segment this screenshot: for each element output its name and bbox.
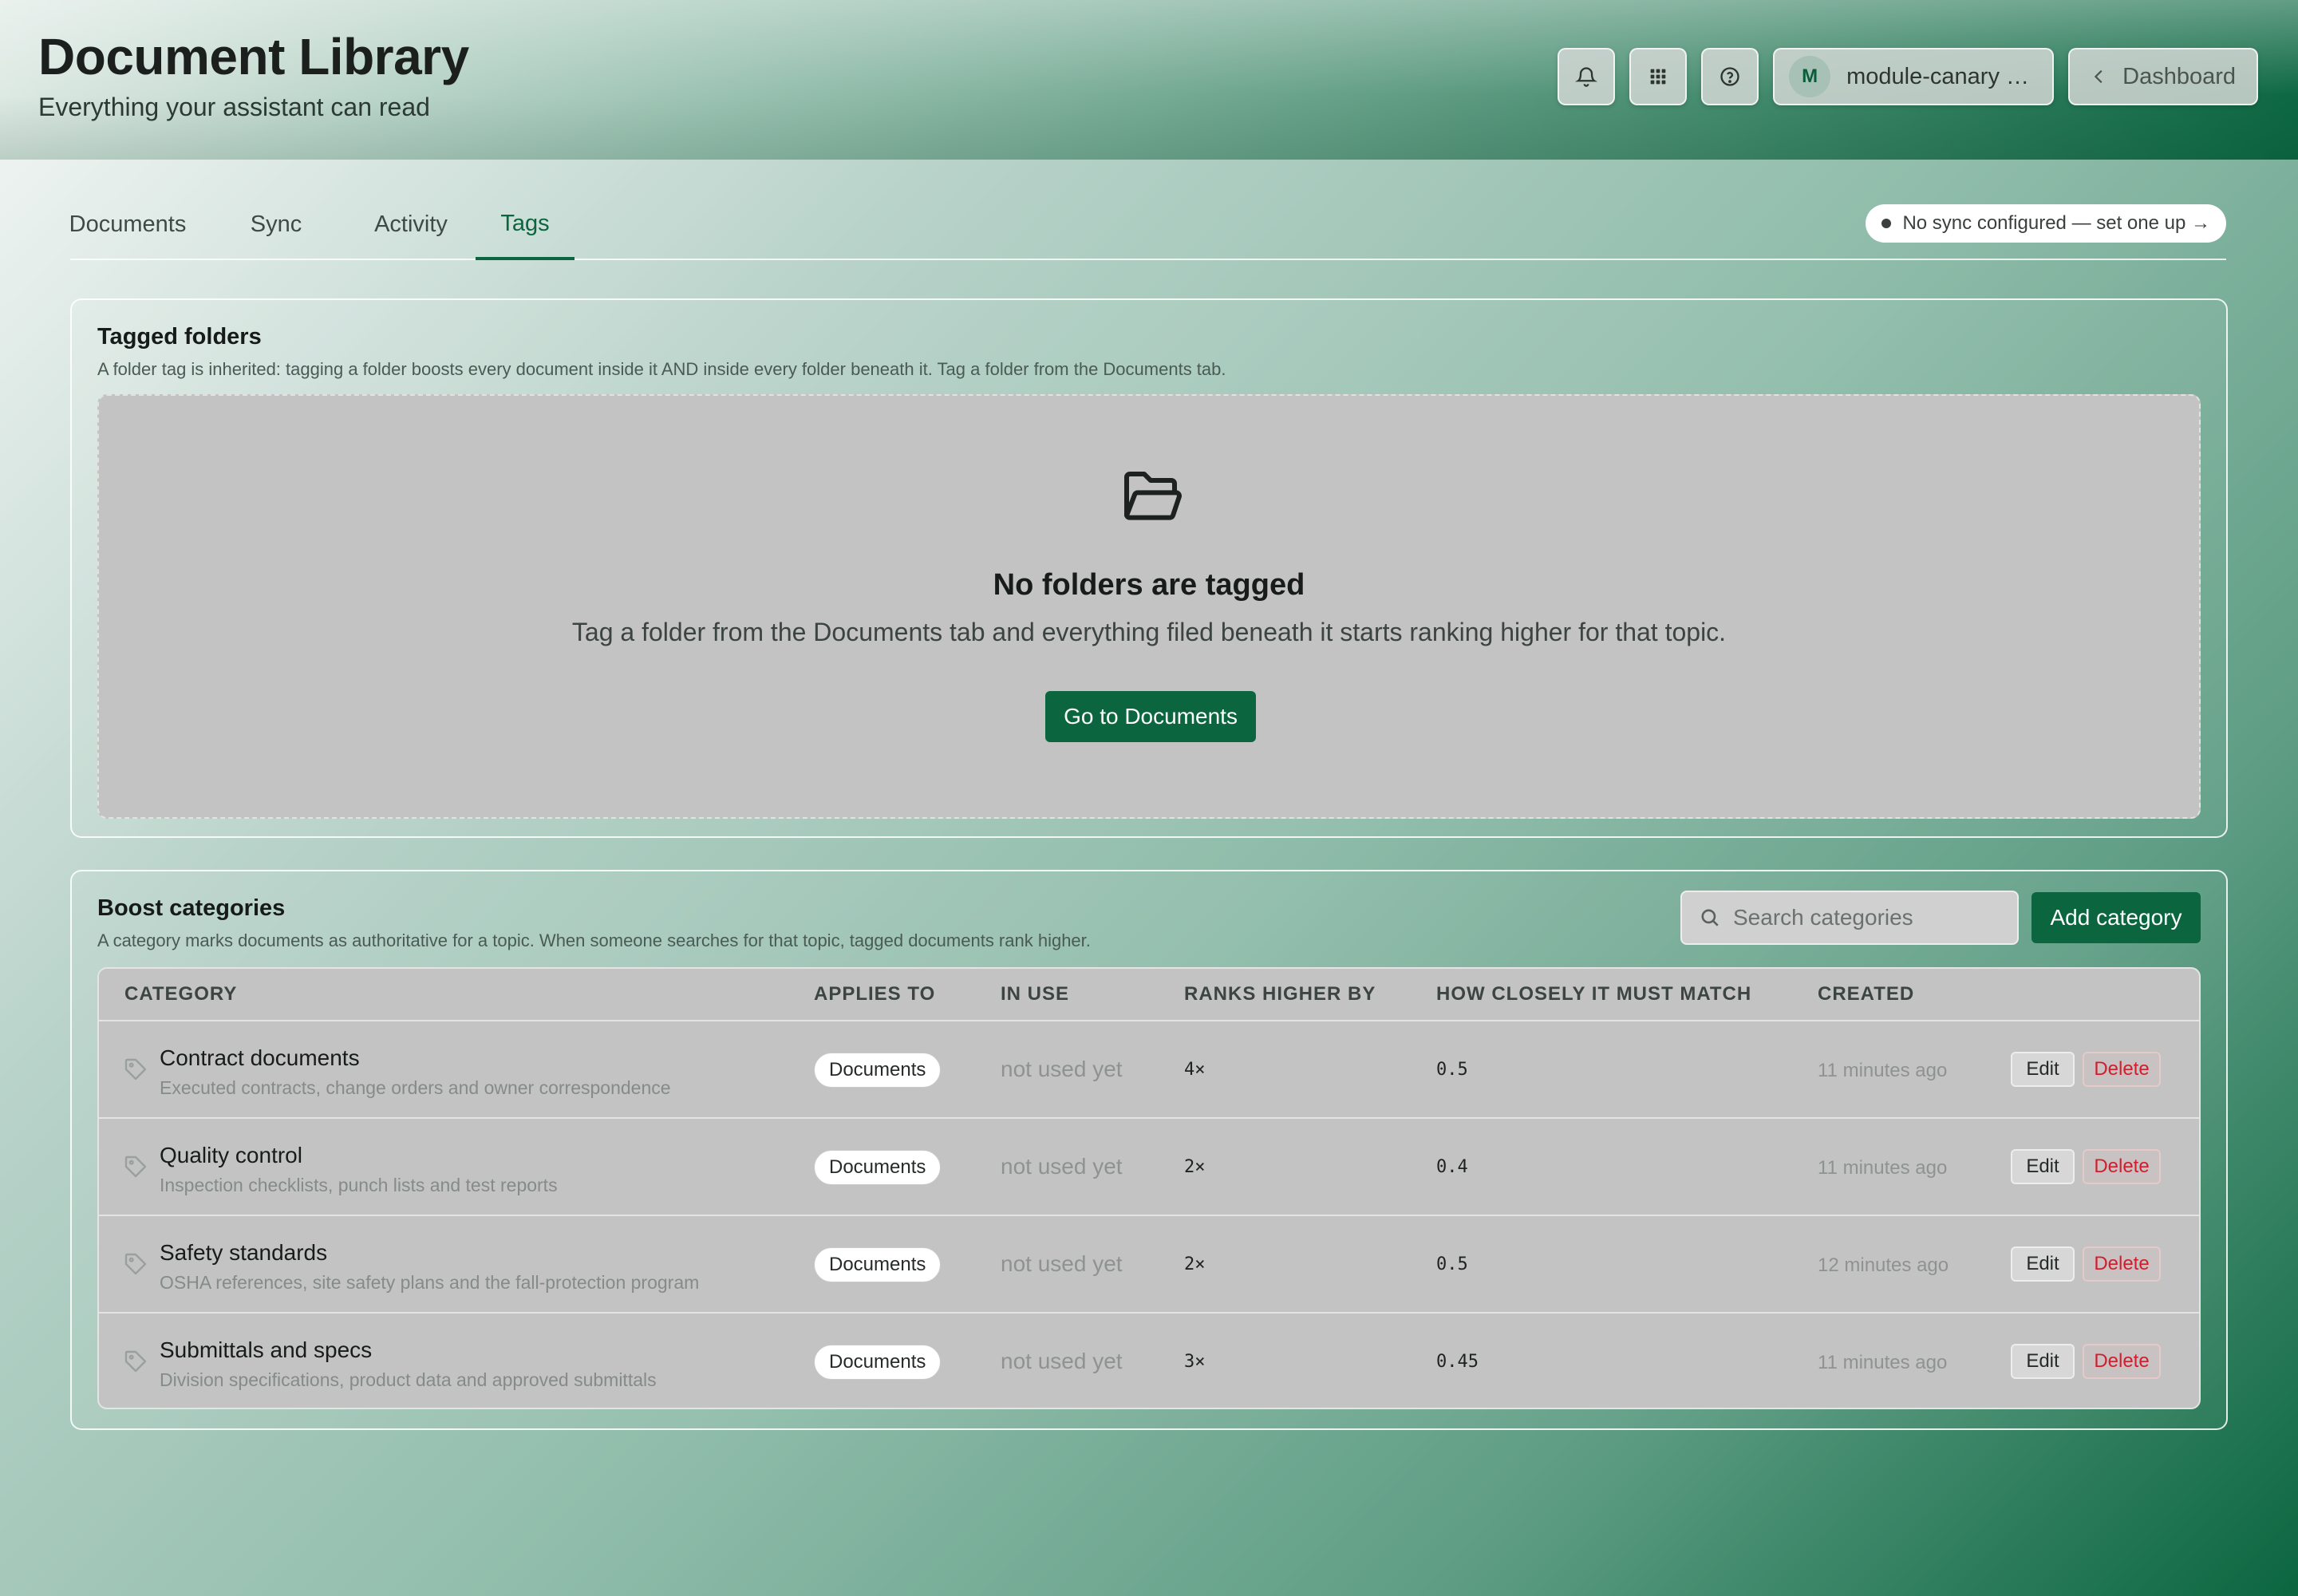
boost-value: 2× <box>1184 1254 1206 1274</box>
created-time: 11 minutes ago <box>1818 1352 1948 1373</box>
chevron-left-icon <box>2094 69 2103 84</box>
avatar: M <box>1789 56 1831 97</box>
page-title: Document Library <box>38 28 469 85</box>
grid-icon <box>1650 69 1666 85</box>
tagged-folders-card: Tagged folders A folder tag is inherited… <box>70 298 2228 838</box>
sync-status-text: No sync configured — set one up → <box>1902 212 2210 234</box>
in-use-status: not used yet <box>1001 1057 1123 1081</box>
applies-to-badge: Documents <box>814 1150 942 1185</box>
category-name: Contract documents <box>160 1045 360 1070</box>
boost-categories-description: A category marks documents as authoritat… <box>97 930 1091 950</box>
applies-to-badge: Documents <box>814 1345 942 1380</box>
table-row: Submittals and specs Division specificat… <box>99 1314 2199 1408</box>
column-header-in-use[interactable]: IN USE <box>1001 969 1069 1020</box>
delete-button[interactable]: Delete <box>2083 1052 2161 1087</box>
table-row: Quality control Inspection checklists, p… <box>99 1119 2199 1216</box>
tab-activity[interactable]: Activity <box>351 190 471 259</box>
delete-button[interactable]: Delete <box>2083 1149 2161 1184</box>
tag-icon <box>124 1253 147 1275</box>
search-placeholder: Search categories <box>1733 905 1913 930</box>
bell-icon <box>1575 67 1598 87</box>
created-time: 12 minutes ago <box>1818 1254 1949 1276</box>
empty-state: No folders are tagged Tag a folder from … <box>97 394 2201 819</box>
applies-to-badge: Documents <box>814 1053 942 1088</box>
category-name: Quality control <box>160 1143 302 1167</box>
tab-bar: Documents Sync Activity Tags No sync con… <box>69 190 2226 260</box>
category-name: Submittals and specs <box>160 1337 373 1362</box>
apps-button[interactable] <box>1629 48 1688 105</box>
notifications-button[interactable] <box>1558 48 1616 105</box>
in-use-status: not used yet <box>1001 1251 1123 1276</box>
header-actions: M module-canary S... Dashboard <box>1558 48 2258 105</box>
help-icon <box>1720 67 1739 86</box>
tab-tags[interactable]: Tags <box>476 190 574 260</box>
match-threshold: 0.45 <box>1436 1352 1479 1372</box>
tagged-folders-description: A folder tag is inherited: tagging a fol… <box>97 359 1226 379</box>
in-use-status: not used yet <box>1001 1154 1123 1179</box>
search-icon <box>1701 909 1719 926</box>
table-header: CATEGORY APPLIES TO IN USE RANKS HIGHER … <box>99 969 2199 1021</box>
column-header-created[interactable]: CREATED <box>1818 969 1914 1020</box>
page-subtitle: Everything your assistant can read <box>38 93 430 121</box>
folder-open-icon <box>1124 472 1182 520</box>
column-header-applies-to[interactable]: APPLIES TO <box>814 969 935 1020</box>
applies-to-badge: Documents <box>814 1247 942 1282</box>
match-threshold: 0.5 <box>1436 1060 1468 1080</box>
boost-value: 2× <box>1184 1157 1206 1177</box>
tag-icon <box>124 1156 147 1178</box>
edit-button[interactable]: Edit <box>2011 1344 2075 1379</box>
boost-value: 3× <box>1184 1352 1206 1372</box>
edit-button[interactable]: Edit <box>2011 1052 2075 1087</box>
help-button[interactable] <box>1701 48 1759 105</box>
in-use-status: not used yet <box>1001 1349 1123 1373</box>
edit-button[interactable]: Edit <box>2011 1246 2075 1282</box>
delete-button[interactable]: Delete <box>2083 1344 2161 1379</box>
add-category-button[interactable]: Add category <box>2031 892 2201 943</box>
delete-button[interactable]: Delete <box>2083 1246 2161 1282</box>
status-dot <box>1881 219 1892 228</box>
user-menu-button[interactable]: M module-canary S... <box>1773 48 2055 105</box>
search-categories-input[interactable]: Search categories <box>1680 891 2019 945</box>
edit-button[interactable]: Edit <box>2011 1149 2075 1184</box>
user-name: module-canary S... <box>1846 63 2032 89</box>
app-header: Document Library Everything your assista… <box>0 0 2298 160</box>
tag-icon <box>124 1350 147 1373</box>
match-threshold: 0.4 <box>1436 1157 1468 1177</box>
boost-categories-card: Boost categories A category marks docume… <box>70 870 2228 1430</box>
table-row: Safety standards OSHA references, site s… <box>99 1216 2199 1314</box>
category-name: Safety standards <box>160 1240 328 1265</box>
tagged-folders-title: Tagged folders <box>97 324 262 350</box>
column-header-match-threshold[interactable]: HOW CLOSELY IT MUST MATCH <box>1436 969 1751 1020</box>
match-threshold: 0.5 <box>1436 1254 1468 1274</box>
created-time: 11 minutes ago <box>1818 1157 1948 1179</box>
dashboard-label: Dashboard <box>2122 63 2236 89</box>
category-description: Division specifications, product data an… <box>160 1369 657 1390</box>
empty-state-title: No folders are tagged <box>993 568 1305 602</box>
boost-categories-title: Boost categories <box>97 895 286 921</box>
tab-sync[interactable]: Sync <box>235 190 318 259</box>
tab-documents[interactable]: Documents <box>69 190 187 259</box>
category-description: Inspection checklists, punch lists and t… <box>160 1175 558 1195</box>
column-header-ranks-higher-by[interactable]: RANKS HIGHER BY <box>1184 969 1376 1020</box>
go-to-documents-button[interactable]: Go to Documents <box>1045 691 1256 742</box>
sync-status-link[interactable]: No sync configured — set one up → <box>1866 204 2226 243</box>
dashboard-button[interactable]: Dashboard <box>2068 48 2258 105</box>
category-description: OSHA references, site safety plans and t… <box>160 1272 700 1293</box>
table-row: Contract documents Executed contracts, c… <box>99 1021 2199 1119</box>
boost-value: 4× <box>1184 1060 1206 1080</box>
tag-icon <box>124 1058 147 1080</box>
column-header-category[interactable]: CATEGORY <box>124 969 237 1020</box>
categories-table: CATEGORY APPLIES TO IN USE RANKS HIGHER … <box>97 967 2201 1409</box>
created-time: 11 minutes ago <box>1818 1060 1948 1081</box>
category-description: Executed contracts, change orders and ow… <box>160 1077 671 1098</box>
empty-state-text: Tag a folder from the Documents tab and … <box>571 618 1727 646</box>
